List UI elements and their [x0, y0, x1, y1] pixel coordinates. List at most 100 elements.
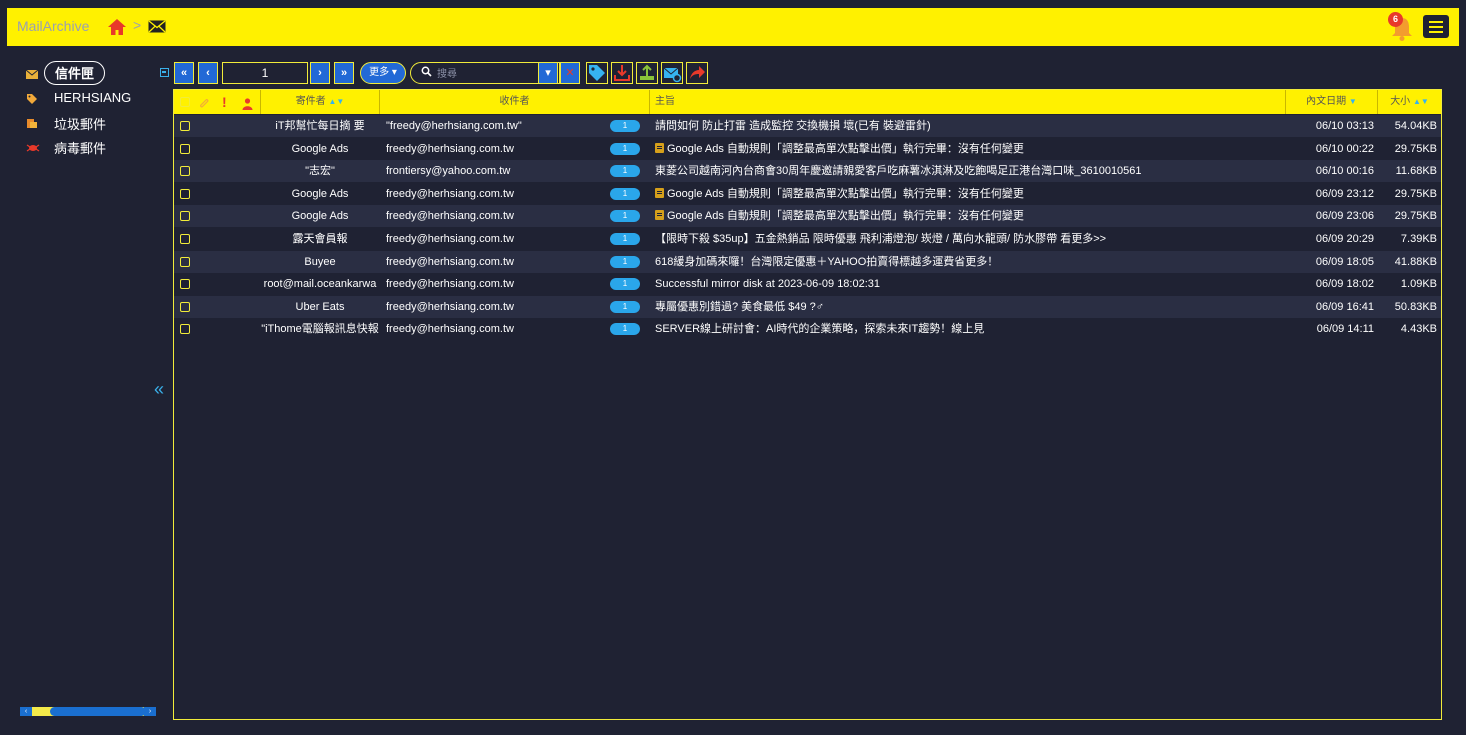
subject-text: 【限時下殺 $35up】五金熱銷品 限時優惠 飛利浦燈泡/ 崁燈 / 萬向水龍頭…: [655, 233, 1107, 245]
column-date[interactable]: 內文日期 ▼: [1286, 90, 1378, 114]
search-input[interactable]: [435, 65, 549, 83]
row-checkbox[interactable]: [180, 143, 190, 154]
row-checkbox[interactable]: [180, 301, 190, 312]
sidebar: 信件匣 HERHSIANG 垃圾郵件 病毒郵件 « ‹ ›: [0, 58, 169, 728]
table-row[interactable]: Google Ads freedy@herhsiang.com.tw 1 Google…: [174, 138, 1441, 160]
row-checkbox[interactable]: [180, 279, 190, 290]
hamburger-menu-icon[interactable]: [1423, 15, 1449, 38]
thread-count-badge[interactable]: 1: [610, 255, 640, 268]
app-title[interactable]: MailArchive: [17, 18, 89, 34]
row-checkbox[interactable]: [180, 188, 190, 199]
bug-icon: [26, 141, 40, 153]
last-page-button[interactable]: »: [334, 62, 354, 84]
subject-cell[interactable]: 專屬優惠別錯過? 美食最低 $49 ?♂: [655, 296, 1280, 318]
table-row[interactable]: 露天會員報 freedy@herhsiang.com.tw 1 【限時下殺 $35up…: [174, 228, 1441, 250]
table-row[interactable]: iT邦幫忙每日摘 要 "freedy@herhsiang.com.tw" 1 請問如何…: [174, 115, 1441, 137]
column-size-label: 大小: [1390, 96, 1411, 107]
column-sender-label: 寄件者: [295, 96, 326, 107]
home-icon[interactable]: [107, 18, 127, 39]
mail-settings-icon[interactable]: [661, 62, 683, 84]
date-cell: 06/09 14:11: [1316, 323, 1374, 336]
sidebar-item-label: 信件匣: [44, 61, 106, 85]
tag-icon[interactable]: [586, 62, 608, 84]
table-row[interactable]: root@mail.oceankarwa freedy@herhsiang.com…: [174, 273, 1441, 295]
recipient-cell: freedy@herhsiang.com.tw: [386, 255, 514, 268]
subject-cell[interactable]: 【限時下殺 $35up】五金熱銷品 限時優惠 飛利浦燈泡/ 崁燈 / 萬向水龍頭…: [655, 228, 1280, 250]
thread-count-badge[interactable]: 1: [610, 210, 640, 223]
recipient-cell: frontiersy@yahoo.com.tw: [386, 165, 511, 178]
select-all-checkbox[interactable]: [180, 97, 190, 107]
table-row[interactable]: Buyee freedy@herhsiang.com.tw 1 618緩身加碼來囉！台…: [174, 250, 1441, 273]
date-cell: 06/09 20:29: [1315, 233, 1374, 245]
calendar-icon: [655, 187, 664, 198]
date-cell: 06/09 16:41: [1315, 300, 1374, 313]
scrollbar-thumb[interactable]: [50, 707, 146, 716]
forward-icon[interactable]: [686, 62, 708, 84]
subject-text: 專屬優惠別錯過? 美食最低 $49 ?♂: [655, 300, 825, 313]
more-label: 更多: [369, 67, 390, 78]
subject-text: Google Ads 自動規則「調整最高單次點擊出價」執行完畢：沒有任何變更: [667, 142, 1024, 155]
page-number-input[interactable]: 1: [222, 62, 308, 84]
recipient-cell: freedy@herhsiang.com.tw: [386, 300, 514, 313]
sender-cell: "iThome電腦報訊息快報: [261, 323, 379, 336]
thread-count-badge[interactable]: 1: [610, 233, 640, 245]
more-dropdown-button[interactable]: 更多 ▾: [360, 62, 406, 84]
search-dropdown-button[interactable]: ▾: [538, 62, 558, 84]
subject-cell[interactable]: 東菱公司越南河內台商會30周年慶邀請親愛客戶吃麻薯冰淇淋及吃飽喝足正港台灣口味_…: [655, 160, 1280, 182]
table-row[interactable]: Google Ads freedy@herhsiang.com.tw 1 Google…: [174, 205, 1441, 228]
table-row[interactable]: "志宏" frontiersy@yahoo.com.tw 1 東菱公司越南河內台商會3…: [174, 160, 1441, 183]
thread-count-badge[interactable]: 1: [610, 142, 640, 155]
subject-cell[interactable]: Google Ads 自動規則「調整最高單次點擊出價」執行完畢：沒有任何變更: [655, 183, 1280, 205]
sidebar-scrollbar[interactable]: ‹ ›: [20, 707, 156, 716]
first-page-button[interactable]: «: [174, 62, 194, 84]
date-cell: 06/10 00:16: [1315, 165, 1374, 178]
prev-page-button[interactable]: ‹: [198, 62, 218, 84]
table-row[interactable]: "iThome電腦報訊息快報 freedy@herhsiang.com.tw 1 SE…: [174, 318, 1441, 340]
thread-count-badge[interactable]: 1: [610, 187, 640, 200]
thread-count-badge[interactable]: 1: [610, 323, 640, 336]
subject-cell[interactable]: Successful mirror disk at 2023-06-09 18:…: [655, 273, 1280, 295]
row-checkbox[interactable]: [180, 211, 190, 222]
clear-search-button[interactable]: ✕: [560, 62, 580, 84]
column-size[interactable]: 大小 ▲▼: [1378, 90, 1441, 114]
subject-cell[interactable]: 618緩身加碼來囉！台灣限定優惠＋YAHOO拍賣得標越多運費省更多！: [655, 251, 1280, 273]
scroll-right-icon[interactable]: ›: [144, 707, 156, 716]
sender-cell: Uber Eats: [295, 300, 345, 313]
thread-count-badge[interactable]: 1: [610, 120, 640, 132]
sidebar-collapse-button[interactable]: «: [154, 379, 164, 400]
thread-count-badge[interactable]: 1: [610, 165, 640, 178]
subject-cell[interactable]: Google Ads 自動規則「調整最高單次點擊出價」執行完畢：沒有任何變更: [655, 138, 1280, 160]
size-cell: 11.68KB: [1395, 165, 1437, 178]
sender-cell: Google Ads: [291, 142, 349, 155]
envelope-icon[interactable]: [148, 20, 166, 36]
size-cell: 41.88KB: [1394, 255, 1437, 268]
column-recipient[interactable]: 收件者: [380, 90, 650, 114]
recipient-cell: freedy@herhsiang.com.tw: [386, 142, 514, 155]
download-icon[interactable]: [611, 62, 633, 84]
row-checkbox[interactable]: [180, 121, 190, 131]
column-date-label: 內文日期: [1306, 96, 1347, 107]
subject-cell[interactable]: 請問如何 防止打雷 造成監控 交換機損 壞(已有 裝避雷針): [655, 115, 1280, 137]
date-cell: 06/09 23:06: [1315, 210, 1374, 223]
row-checkbox[interactable]: [180, 324, 190, 335]
table-row[interactable]: Google Ads freedy@herhsiang.com.tw 1 Google…: [174, 183, 1441, 205]
priority-icon[interactable]: !: [222, 90, 227, 114]
row-checkbox[interactable]: [180, 234, 190, 244]
column-sender[interactable]: 寄件者 ▲▼: [261, 90, 380, 114]
breadcrumb-separator: >: [133, 17, 142, 33]
thread-count-badge[interactable]: 1: [610, 278, 640, 291]
column-subject[interactable]: 主旨: [650, 90, 1286, 114]
upload-icon[interactable]: [636, 62, 658, 84]
collapse-folder-icon[interactable]: [160, 68, 169, 77]
table-row[interactable]: Uber Eats freedy@herhsiang.com.tw 1 專屬優惠別錯過…: [174, 295, 1441, 318]
date-cell: 06/10 03:13: [1315, 120, 1374, 132]
thread-count-badge[interactable]: 1: [610, 300, 640, 313]
size-cell: 29.75KB: [1394, 142, 1437, 155]
row-checkbox[interactable]: [180, 166, 190, 177]
subject-cell[interactable]: SERVER線上研討會：AI時代的企業策略，探索未來IT趨勢！線上見: [655, 318, 1280, 340]
next-page-button[interactable]: ›: [310, 62, 330, 84]
scroll-left-icon[interactable]: ‹: [20, 707, 32, 716]
row-checkbox[interactable]: [180, 256, 190, 267]
subject-cell[interactable]: Google Ads 自動規則「調整最高單次點擊出價」執行完畢：沒有任何變更: [655, 205, 1280, 227]
size-cell: 29.75KB: [1394, 187, 1437, 200]
